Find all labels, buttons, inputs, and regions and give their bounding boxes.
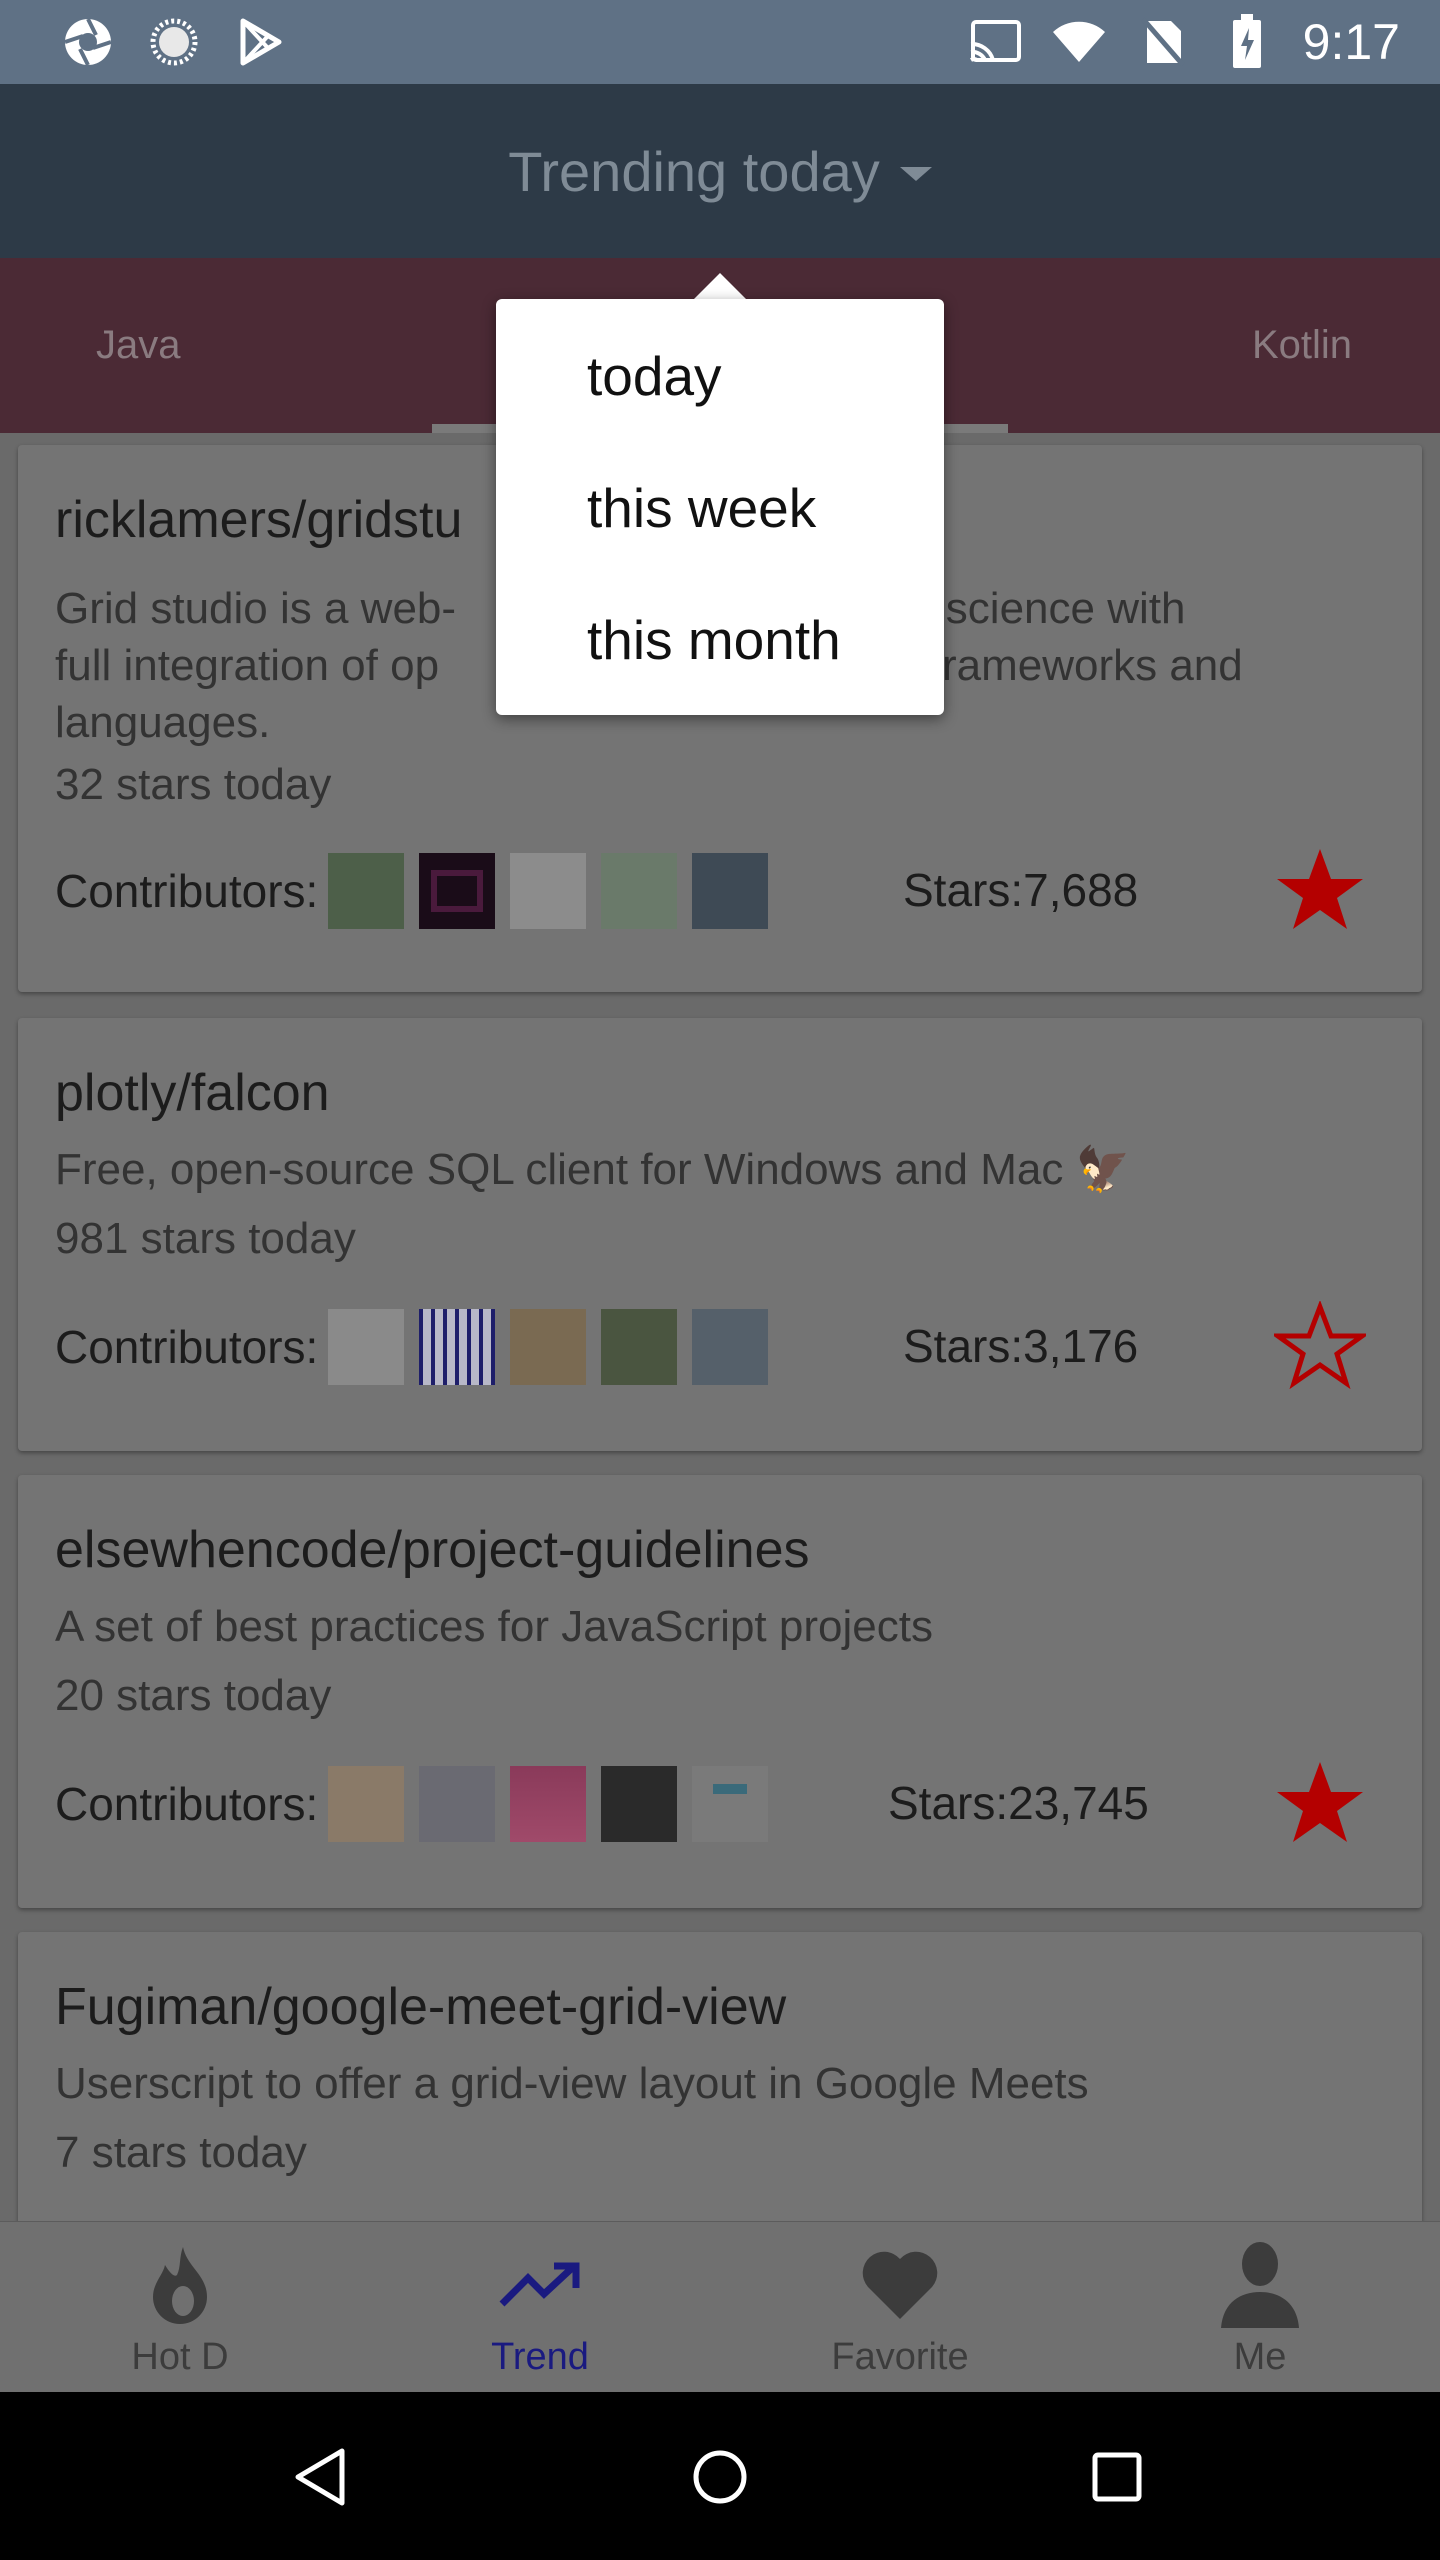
nav-label: Hot D (131, 2336, 229, 2378)
star-outline-icon[interactable] (1274, 1301, 1366, 1389)
clock: 9:17 (1302, 14, 1400, 70)
flame-icon (135, 2240, 225, 2330)
cast-icon (967, 14, 1023, 70)
avatar[interactable] (419, 1766, 496, 1842)
menu-item-today[interactable]: today (587, 344, 722, 408)
nav-label: Favorite (831, 2336, 969, 2378)
repo-description: A set of best practices for JavaScript p… (55, 1602, 933, 1651)
nav-label: Trend (491, 2336, 589, 2378)
aperture-icon (60, 14, 116, 70)
repo-description-line: Grid studio is a web- (55, 584, 457, 633)
stars-today: 32 stars today (55, 760, 332, 809)
repo-description: Free, open-source SQL client for Windows… (55, 1145, 1131, 1194)
contributors-label: Contributors: (55, 1321, 319, 1373)
nav-me[interactable]: Me (1080, 2222, 1440, 2393)
menu-item-this-week[interactable]: this week (587, 476, 816, 540)
play-store-icon (232, 14, 288, 70)
nav-label: Me (1233, 2336, 1287, 2378)
person-icon (1215, 2240, 1305, 2330)
repo-description-line: full integration of op (55, 641, 440, 690)
repo-title[interactable]: ricklamers/gridstu (55, 490, 462, 550)
page-title: Trending today (508, 139, 880, 203)
repo-title[interactable]: Fugiman/google-meet-grid-view (55, 1977, 786, 2037)
contributors-label: Contributors: (55, 1778, 319, 1830)
loading-circle-icon (146, 14, 202, 70)
status-bar-notifications (60, 0, 288, 84)
heart-icon (855, 2240, 945, 2330)
repo-title[interactable]: elsewhencode/project-guidelines (55, 1520, 809, 1580)
avatar[interactable] (692, 1309, 769, 1385)
avatar[interactable] (692, 1766, 769, 1842)
avatar[interactable] (601, 853, 678, 929)
avatar[interactable] (692, 853, 769, 929)
nav-hot[interactable]: Hot D (0, 2222, 360, 2393)
back-icon[interactable] (275, 2432, 365, 2522)
bottom-navigation: Hot D Trend Favorite Me (0, 2221, 1440, 2393)
contributors-row: Contributors: (55, 1308, 783, 1386)
stars-count: Stars:7,688 (903, 864, 1139, 916)
avatar[interactable] (601, 1766, 678, 1842)
stars-today: 981 stars today (55, 1214, 356, 1263)
avatar[interactable] (601, 1309, 678, 1385)
wifi-icon (1051, 14, 1107, 70)
stars-count: Stars:23,745 (888, 1777, 1149, 1829)
home-icon[interactable] (675, 2432, 765, 2522)
contributors-label: Contributors: (55, 865, 319, 917)
tab-java[interactable]: Java (96, 258, 181, 433)
battery-charging-icon (1219, 14, 1275, 70)
app-bar: Trending today (0, 84, 1440, 258)
star-filled-icon[interactable] (1274, 845, 1366, 933)
avatar[interactable] (328, 1309, 405, 1385)
nav-favorite[interactable]: Favorite (720, 2222, 1080, 2393)
popup-pointer (693, 273, 747, 300)
avatar[interactable] (510, 853, 587, 929)
stars-today: 20 stars today (55, 1671, 332, 1720)
tab-kotlin[interactable]: Kotlin (1252, 258, 1352, 433)
stars-today: 7 stars today (55, 2128, 307, 2177)
avatar[interactable] (419, 853, 496, 929)
avatar[interactable] (510, 1309, 587, 1385)
contributors-row: Contributors: (55, 852, 783, 930)
avatar[interactable] (510, 1766, 587, 1842)
repo-card[interactable]: plotly/falcon Free, open-source SQL clie… (18, 1018, 1422, 1451)
status-bar: 9:17 (0, 0, 1440, 84)
star-filled-icon[interactable] (1274, 1758, 1366, 1846)
trending-up-icon (495, 2240, 585, 2330)
avatar[interactable] (328, 1766, 405, 1842)
repo-card[interactable]: Fugiman/google-meet-grid-view Userscript… (18, 1932, 1422, 2221)
avatar[interactable] (419, 1309, 496, 1385)
system-navigation-bar (0, 2392, 1440, 2560)
dropdown-caret-icon (899, 167, 932, 181)
time-range-menu: today this week this month (496, 299, 944, 715)
menu-item-this-month[interactable]: this month (587, 608, 841, 672)
time-range-selector[interactable]: Trending today (508, 139, 932, 204)
avatar[interactable] (328, 853, 405, 929)
repo-card[interactable]: elsewhencode/project-guidelines A set of… (18, 1475, 1422, 1908)
recents-icon[interactable] (1072, 2432, 1162, 2522)
repo-description: Userscript to offer a grid-view layout i… (55, 2059, 1089, 2108)
stars-count: Stars:3,176 (903, 1320, 1139, 1372)
nav-trend[interactable]: Trend (360, 2222, 720, 2393)
contributors-row: Contributors: (55, 1765, 783, 1843)
no-sim-icon (1135, 14, 1191, 70)
repo-title[interactable]: plotly/falcon (55, 1063, 330, 1123)
status-bar-system: 9:17 (967, 0, 1400, 84)
